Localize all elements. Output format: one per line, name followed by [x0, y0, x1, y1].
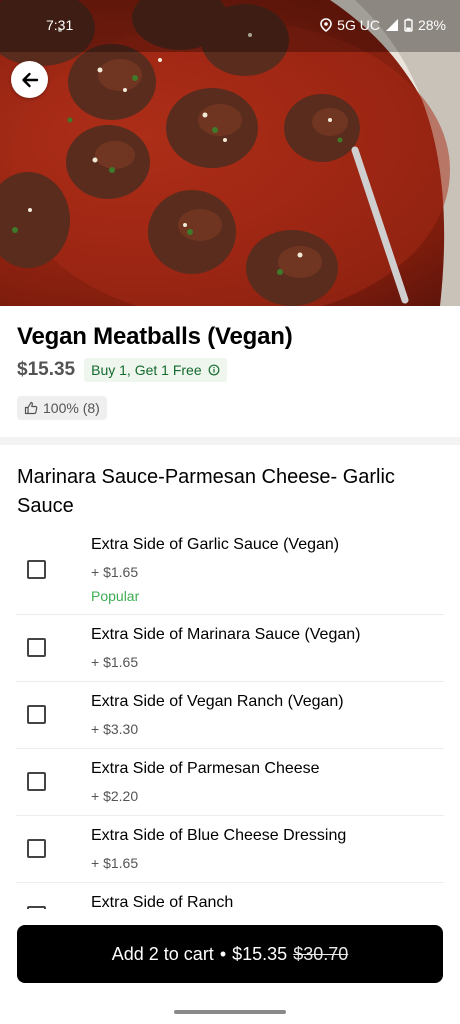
- option-row[interactable]: Extra Side of Vegan Ranch (Vegan) + $3.3…: [0, 682, 460, 749]
- status-indicators: 5G UC 28%: [320, 17, 446, 33]
- option-label: Extra Side of Garlic Sauce (Vegan): [91, 536, 340, 553]
- option-label: Extra Side of Vegan Ranch (Vegan): [91, 693, 344, 710]
- thumbs-up-icon: [24, 401, 38, 415]
- options-section-title: Marinara Sauce-Parmesan Cheese- Garlic S…: [17, 466, 395, 517]
- status-bar: 7:31 5G UC 28%: [0, 0, 460, 52]
- item-price: $15.35: [17, 359, 76, 380]
- cart-label: Add 2 to cart: [111, 943, 214, 964]
- add-to-cart-button[interactable]: Add 2 to cart • $15.35 $30.70: [17, 925, 443, 983]
- option-checkbox[interactable]: [27, 772, 46, 791]
- option-row[interactable]: Extra Side of Marinara Sauce (Vegan) + $…: [0, 615, 460, 682]
- cart-original-price: $30.70: [293, 943, 349, 964]
- battery-icon: [404, 18, 413, 32]
- options-list: Extra Side of Garlic Sauce (Vegan) + $1.…: [0, 529, 460, 909]
- option-price: + $1.65: [91, 855, 139, 871]
- battery-label: 28%: [417, 17, 446, 33]
- option-row[interactable]: Extra Side of Blue Cheese Dressing + $1.…: [0, 816, 460, 883]
- network-label: 5G UC: [337, 17, 380, 33]
- cart-price: $15.35: [232, 943, 288, 964]
- option-checkbox[interactable]: [27, 560, 46, 579]
- popular-tag: Popular: [91, 588, 140, 604]
- section-divider: [0, 437, 460, 445]
- option-price: + $3.30: [91, 721, 139, 737]
- option-label: Extra Side of Marinara Sauce (Vegan): [91, 626, 361, 643]
- cart-separator: •: [219, 943, 227, 964]
- option-price: + $1.65: [91, 654, 139, 670]
- option-price: + $1.65: [91, 564, 139, 580]
- promo-text: Buy 1, Get 1 Free: [91, 362, 202, 378]
- rating-text: 100% (8): [43, 400, 100, 416]
- home-indicator[interactable]: [174, 1010, 286, 1014]
- option-label: Extra Side of Blue Cheese Dressing: [91, 827, 347, 844]
- option-checkbox[interactable]: [27, 705, 46, 724]
- option-price: + $2.20: [91, 788, 139, 804]
- promo-badge[interactable]: Buy 1, Get 1 Free: [84, 358, 227, 382]
- signal-icon: [385, 19, 398, 31]
- option-label: Extra Side of Ranch: [91, 894, 234, 909]
- option-checkbox[interactable]: [27, 839, 46, 858]
- option-row[interactable]: Extra Side of Parmesan Cheese + $2.20: [0, 749, 460, 816]
- item-title: Vegan Meatballs (Vegan): [17, 323, 293, 350]
- rating-badge: 100% (8): [17, 396, 107, 420]
- arrow-left-icon: [21, 72, 38, 87]
- location-icon: [320, 18, 332, 32]
- status-time: 7:31: [46, 17, 74, 33]
- option-row[interactable]: Extra Side of Ranch: [0, 883, 460, 909]
- price-row: $15.35 Buy 1, Get 1 Free: [17, 358, 227, 382]
- option-label: Extra Side of Parmesan Cheese: [91, 760, 320, 777]
- option-row[interactable]: Extra Side of Garlic Sauce (Vegan) + $1.…: [0, 529, 460, 615]
- back-button[interactable]: [11, 61, 48, 98]
- option-checkbox[interactable]: [27, 638, 46, 657]
- info-icon: [208, 364, 220, 376]
